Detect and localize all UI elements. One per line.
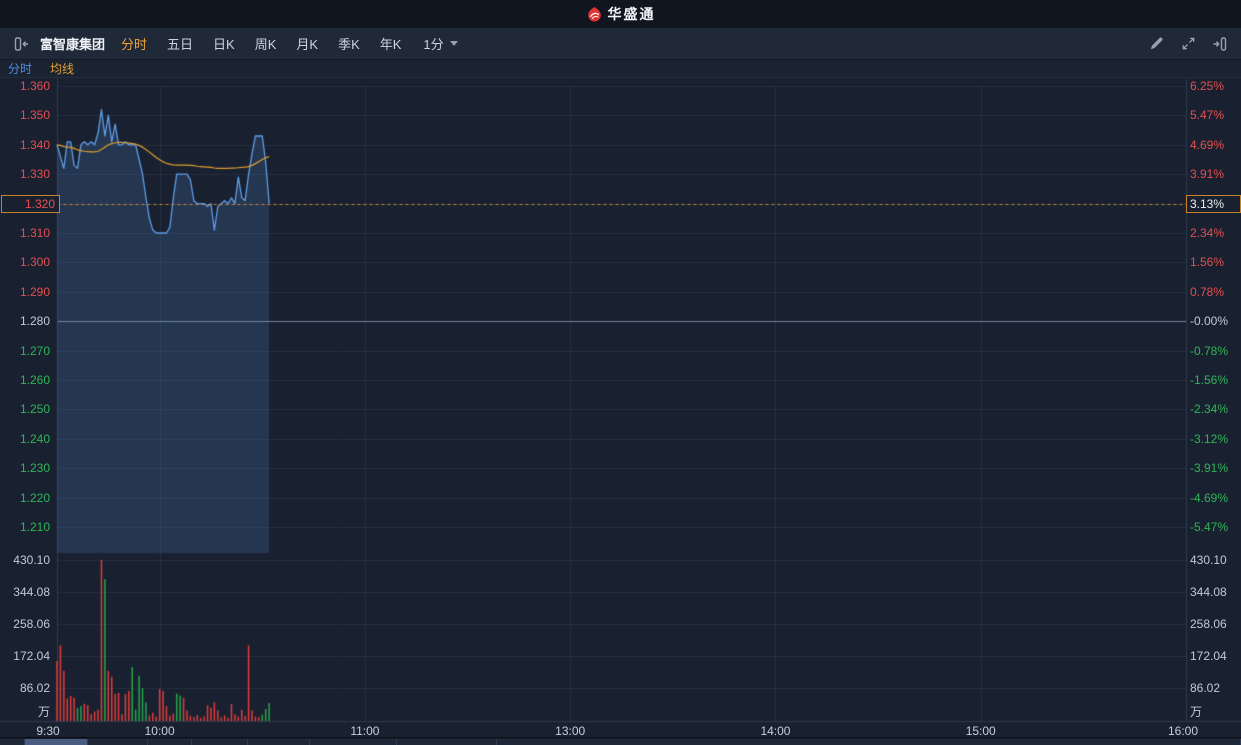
price-tick-label: 1.300 — [0, 255, 50, 269]
pct-tick-label: -5.47% — [1190, 520, 1228, 534]
time-tick-label: 16:00 — [1161, 724, 1205, 738]
interval-value: 1分 — [423, 34, 443, 53]
price-tick-label: 1.360 — [0, 79, 50, 93]
pct-tick-label: -3.12% — [1190, 432, 1228, 446]
time-tick-label: 14:00 — [753, 724, 797, 738]
tab-五日[interactable]: 五日 — [167, 34, 193, 53]
tab-季K[interactable]: 季K — [338, 34, 360, 53]
pct-tick-label: 6.25% — [1190, 79, 1224, 93]
price-tick-label: 1.220 — [0, 491, 50, 505]
chart-page-strip — [0, 737, 1241, 745]
price-tick-label: 1.350 — [0, 108, 50, 122]
volume-unit-label-left: 万 — [0, 705, 50, 719]
collapse-panel-right-icon[interactable] — [1209, 33, 1231, 55]
price-tick-label: 1.290 — [0, 285, 50, 299]
pct-tick-label: -4.69% — [1190, 491, 1228, 505]
pct-tick-label: 3.91% — [1190, 167, 1224, 181]
page-strip-segment[interactable] — [248, 739, 310, 745]
pct-tick-label: -3.91% — [1190, 461, 1228, 475]
tab-日K[interactable]: 日K — [213, 34, 235, 53]
page-strip-segment[interactable] — [0, 739, 25, 745]
collapse-panel-left-icon[interactable] — [10, 33, 32, 55]
tab-月K[interactable]: 月K — [296, 34, 318, 53]
price-tick-label: 1.280 — [0, 314, 50, 328]
pct-tick-label: -0.78% — [1190, 344, 1228, 358]
volume-tick-label: 258.06 — [1190, 617, 1227, 631]
legend-item-分时[interactable]: 分时 — [8, 60, 32, 77]
brand-logo-icon — [586, 6, 603, 23]
chevron-down-icon — [450, 41, 458, 46]
pct-tick-label: 4.69% — [1190, 138, 1224, 152]
pct-tick-label: 1.56% — [1190, 255, 1224, 269]
legend-item-均线[interactable]: 均线 — [50, 60, 74, 77]
page-strip-segment[interactable] — [148, 739, 192, 745]
pct-tick-label: -1.56% — [1190, 373, 1228, 387]
intraday-chart-canvas[interactable] — [0, 78, 1241, 737]
time-tick-label: 9:30 — [26, 724, 70, 738]
price-tick-label: 1.270 — [0, 344, 50, 358]
price-tick-label: 1.230 — [0, 461, 50, 475]
fullscreen-icon[interactable] — [1177, 33, 1199, 55]
stock-name: 富智康集团 — [40, 34, 105, 53]
pct-tick-label: 5.47% — [1190, 108, 1224, 122]
time-tick-label: 11:00 — [343, 724, 387, 738]
price-tick-label: 1.210 — [0, 520, 50, 534]
toolbar-right-icons — [1145, 33, 1231, 55]
price-tick-label: 1.250 — [0, 402, 50, 416]
time-tick-label: 13:00 — [548, 724, 592, 738]
volume-unit-label-right: 万 — [1190, 705, 1202, 719]
volume-tick-label: 258.06 — [0, 617, 50, 631]
volume-tick-label: 172.04 — [0, 649, 50, 663]
chart-toolbar: 富智康集团 分时 五日 日K 周K 月K 季K 年K 1分 — [0, 28, 1241, 60]
price-tick-label: 1.310 — [0, 226, 50, 240]
pct-tick-label: 2.34% — [1190, 226, 1224, 240]
tab-周K[interactable]: 周K — [255, 34, 277, 53]
volume-tick-label: 430.10 — [1190, 553, 1227, 567]
price-tick-label: 1.340 — [0, 138, 50, 152]
price-tick-label: 1.330 — [0, 167, 50, 181]
pct-tick-label: -0.00% — [1190, 314, 1228, 328]
tab-年K[interactable]: 年K — [380, 34, 402, 53]
chart-legend: 分时 均线 — [0, 60, 1241, 78]
pct-tick-label: -2.34% — [1190, 402, 1228, 416]
volume-tick-label: 86.02 — [0, 681, 50, 695]
brand-name: 华盛通 — [608, 4, 656, 24]
price-tick-label: 1.260 — [0, 373, 50, 387]
page-strip-segment[interactable] — [497, 739, 1241, 745]
time-tick-label: 10:00 — [138, 724, 182, 738]
huasheng-terminal-window: 华盛通 富智康集团 分时 五日 日K 周K 月K 季K 年K 1分 — [0, 0, 1241, 745]
page-strip-segment[interactable] — [88, 739, 148, 745]
interval-selector[interactable]: 1分 — [423, 34, 457, 53]
price-tick-label: 1.240 — [0, 432, 50, 446]
page-strip-segment[interactable] — [192, 739, 248, 745]
page-strip-segment[interactable] — [25, 739, 88, 745]
page-strip-segment[interactable] — [310, 739, 397, 745]
volume-tick-label: 86.02 — [1190, 681, 1220, 695]
pencil-icon[interactable] — [1145, 33, 1167, 55]
chart-area: 1.320 3.13% 万 万 1.360 6.25% 1.350 5.47% 1.34… — [0, 78, 1241, 737]
volume-tick-label: 430.10 — [0, 553, 50, 567]
app-header: 华盛通 — [0, 0, 1241, 28]
time-tick-label: 15:00 — [959, 724, 1003, 738]
current-price-label: 1.320 — [1, 195, 60, 213]
tab-分时[interactable]: 分时 — [121, 34, 147, 53]
pct-tick-label: 0.78% — [1190, 285, 1224, 299]
volume-tick-label: 344.08 — [1190, 585, 1227, 599]
current-change-pct-label: 3.13% — [1186, 195, 1241, 213]
page-strip-segment[interactable] — [397, 739, 497, 745]
volume-tick-label: 344.08 — [0, 585, 50, 599]
period-tabs: 分时 五日 日K 周K 月K 季K 年K — [121, 34, 401, 53]
volume-tick-label: 172.04 — [1190, 649, 1227, 663]
